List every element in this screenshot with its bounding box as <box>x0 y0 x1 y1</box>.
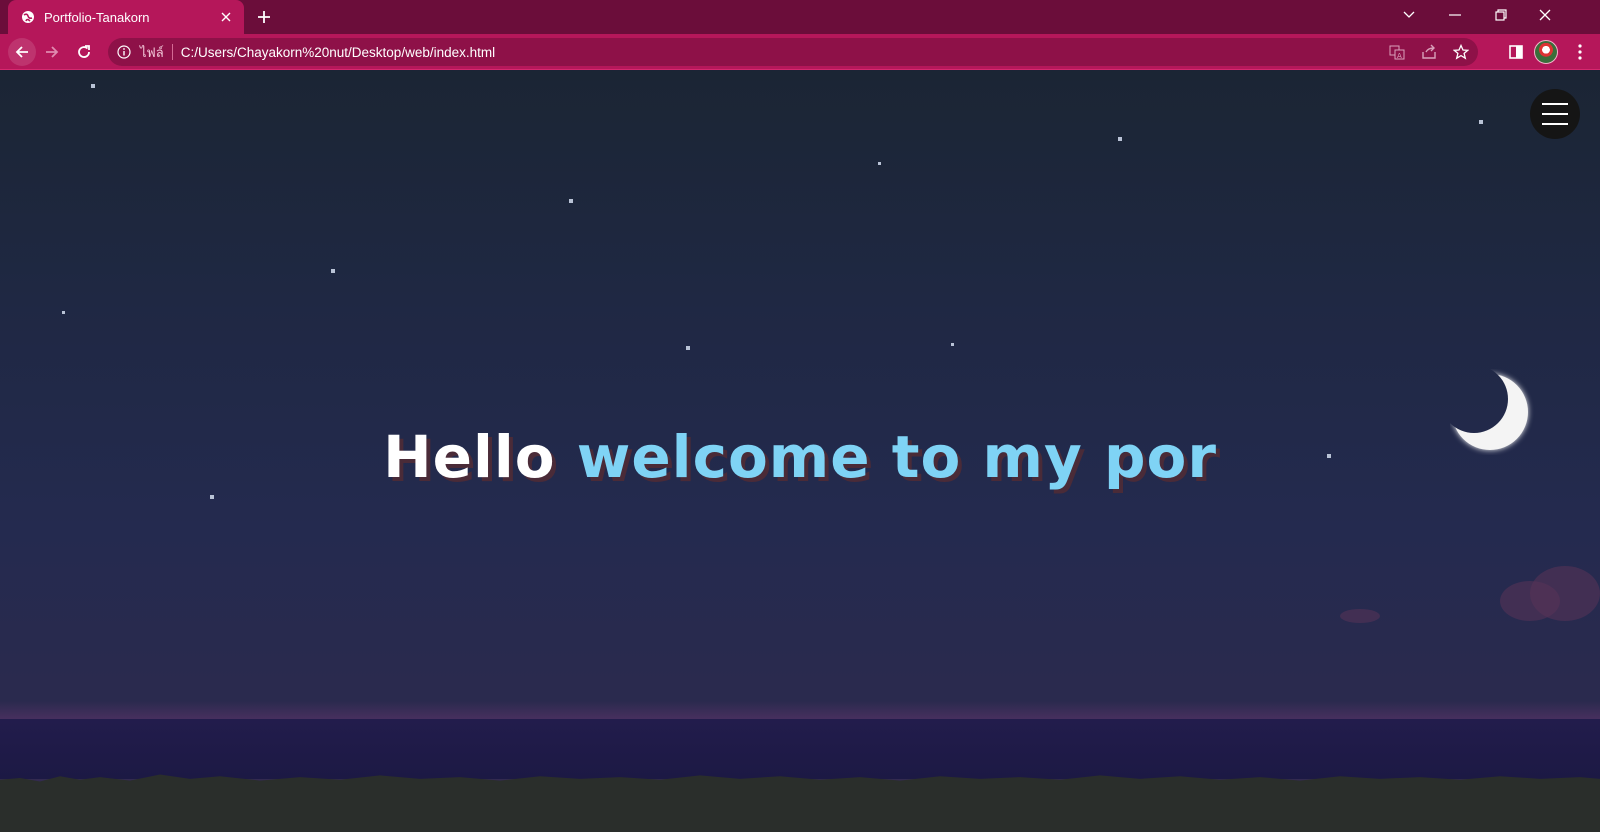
profile-avatar[interactable] <box>1534 40 1558 64</box>
star <box>878 162 881 165</box>
browser-tab-active[interactable]: Portfolio-Tanakorn <box>8 0 244 34</box>
hamburger-icon-line <box>1542 123 1568 125</box>
translate-icon[interactable]: A <box>1388 43 1406 61</box>
hamburger-menu-button[interactable] <box>1530 89 1580 139</box>
cloud <box>1530 566 1600 621</box>
svg-text:A: A <box>1397 52 1402 60</box>
headline-hello: Hello <box>383 423 556 491</box>
reload-button[interactable] <box>70 38 98 66</box>
tab-title: Portfolio-Tanakorn <box>44 9 150 25</box>
headline-welcome: welcome to my por <box>576 423 1217 491</box>
restore-icon[interactable] <box>1478 0 1524 30</box>
star <box>91 84 95 88</box>
minimize-icon[interactable] <box>1432 0 1478 30</box>
reload-icon <box>78 45 90 58</box>
share-icon[interactable] <box>1420 43 1438 61</box>
hamburger-icon-line <box>1542 113 1568 115</box>
star <box>951 343 954 346</box>
horizon-glow <box>0 701 1600 721</box>
browser-tab-strip: Portfolio-Tanakorn <box>0 0 1600 34</box>
side-panel-icon[interactable] <box>1506 42 1526 62</box>
grass-ground <box>0 774 1600 832</box>
star <box>1118 137 1122 141</box>
star <box>210 495 214 499</box>
globe-icon <box>20 9 36 25</box>
address-bar[interactable]: ไฟล์ C:/Users/Chayakorn%20nut/Desktop/we… <box>108 38 1478 66</box>
arrow-right-icon <box>46 46 59 58</box>
cloud <box>1340 609 1380 623</box>
page-viewport: Hello welcome to my por <box>0 71 1600 832</box>
forward-button[interactable] <box>38 38 66 66</box>
star <box>686 346 690 350</box>
close-tab-icon[interactable] <box>218 9 234 25</box>
browser-toolbar: ไฟล์ C:/Users/Chayakorn%20nut/Desktop/we… <box>0 34 1600 70</box>
sea <box>0 719 1600 779</box>
tab-search-icon[interactable] <box>1386 0 1432 30</box>
hero-headline: Hello welcome to my por <box>0 423 1600 491</box>
star <box>62 311 65 314</box>
close-window-icon[interactable] <box>1522 0 1568 30</box>
more-menu-icon[interactable] <box>1570 42 1590 62</box>
url-text[interactable]: C:/Users/Chayakorn%20nut/Desktop/web/ind… <box>181 45 495 60</box>
back-button[interactable] <box>8 38 36 66</box>
file-scheme-label: ไฟล์ <box>140 44 164 60</box>
bookmark-star-icon[interactable] <box>1452 43 1470 61</box>
arrow-left-icon <box>15 46 28 58</box>
address-bar-actions: A <box>1388 38 1470 66</box>
star <box>569 199 573 203</box>
info-icon[interactable] <box>116 44 132 60</box>
star <box>1479 120 1483 124</box>
hamburger-icon-line <box>1542 103 1568 105</box>
new-tab-button[interactable] <box>252 5 276 29</box>
star <box>331 269 335 273</box>
address-separator <box>171 44 173 60</box>
